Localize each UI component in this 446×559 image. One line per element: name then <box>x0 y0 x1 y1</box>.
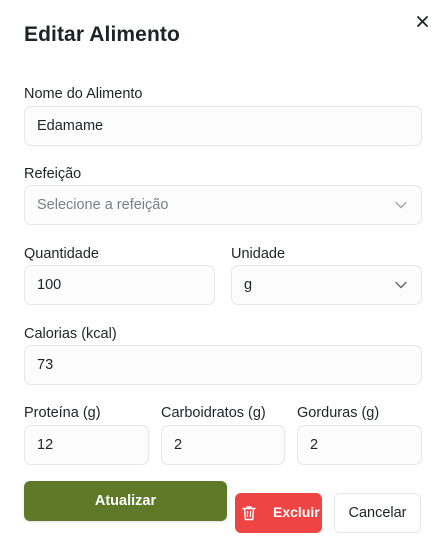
protein-label: Proteína (g) <box>24 405 101 421</box>
dialog-title: Editar Alimento <box>24 23 180 46</box>
name-input[interactable]: Edamame <box>24 106 422 146</box>
close-icon <box>416 15 428 27</box>
close-button[interactable] <box>412 11 432 31</box>
calories-label: Calorias (kcal) <box>24 326 117 342</box>
calories-input[interactable]: 73 <box>24 345 422 385</box>
carbs-label: Carboidratos (g) <box>161 405 266 421</box>
fat-input-value: 2 <box>310 437 319 453</box>
trash-icon <box>242 506 256 521</box>
update-button[interactable]: Atualizar <box>24 481 227 521</box>
chevron-down-icon <box>395 281 407 289</box>
name-input-value: Edamame <box>37 118 104 134</box>
delete-button-label: Excluir <box>273 504 320 520</box>
meal-select-placeholder: Selecione a refeição <box>37 197 169 213</box>
carbs-input[interactable]: 2 <box>161 425 285 465</box>
meal-label: Refeição <box>24 166 82 182</box>
cancel-button[interactable]: Cancelar <box>334 493 421 533</box>
fat-label: Gorduras (g) <box>297 405 380 421</box>
fat-input[interactable]: 2 <box>297 425 422 465</box>
update-button-label: Atualizar <box>94 493 157 509</box>
calories-input-value: 73 <box>37 357 54 373</box>
unit-select[interactable]: g <box>231 265 422 305</box>
quantity-label: Quantidade <box>24 246 99 262</box>
name-label: Nome do Alimento <box>24 86 143 102</box>
quantity-input[interactable]: 100 <box>24 265 215 305</box>
quantity-input-value: 100 <box>37 277 62 293</box>
chevron-down-icon <box>395 201 407 209</box>
cancel-button-label: Cancelar <box>348 505 407 521</box>
delete-button[interactable]: Excluir <box>235 493 322 533</box>
meal-select[interactable]: Selecione a refeição <box>24 185 422 225</box>
edit-food-dialog: Editar Alimento Nome do Alimento Edamame… <box>0 0 446 559</box>
protein-input[interactable]: 12 <box>24 425 149 465</box>
protein-input-value: 12 <box>37 437 54 453</box>
unit-label: Unidade <box>231 246 286 262</box>
unit-select-value: g <box>244 277 253 293</box>
carbs-input-value: 2 <box>174 437 183 453</box>
